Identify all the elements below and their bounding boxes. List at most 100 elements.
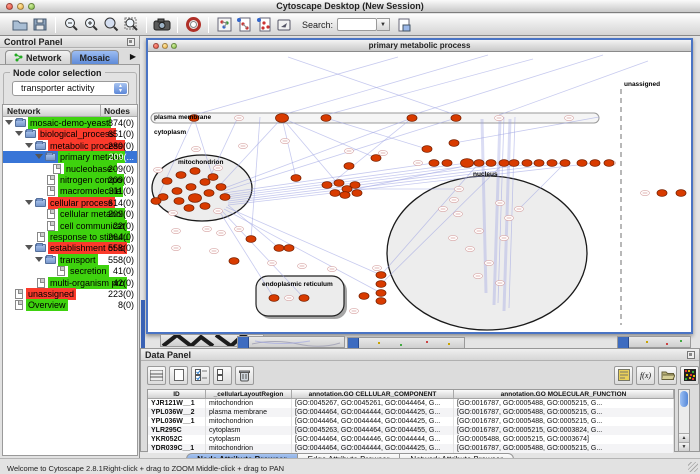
table-cell[interactable]: [GO:0016787, GO:0005488, GO:0005215, G..… [454,408,674,417]
zoom-icon[interactable] [171,43,177,49]
expander-icon[interactable] [15,131,23,136]
edge[interactable] [282,118,376,158]
network-node[interactable] [359,293,369,300]
network-node[interactable] [676,190,686,197]
network-node[interactable] [284,245,294,252]
network-node[interactable] [321,115,331,122]
network-node[interactable] [604,160,614,167]
tree-item-label[interactable]: transport [58,254,98,266]
network-node[interactable] [560,160,570,167]
tree-item-label[interactable]: cellular process [48,197,115,209]
expander-icon[interactable] [25,143,33,148]
table-cell[interactable]: [GO:0005488, GO:0005215, GO:0003674] [454,435,674,444]
heatmap-button[interactable] [680,366,699,385]
tab-overflow-arrow[interactable]: ▶ [130,50,136,64]
network-node[interactable] [200,203,210,210]
tree-item-label[interactable]: mosaic-demo-yeast [28,117,111,129]
network-view-window[interactable]: primary metabolic process plasma membran… [146,38,693,334]
network-node[interactable] [274,245,284,252]
tree-row[interactable]: cellular process614(0) [3,197,137,209]
resize-grip[interactable] [688,462,698,472]
table-cell[interactable]: mitochondrion [206,399,292,408]
network-node[interactable] [429,160,439,167]
scroll-down-icon[interactable]: ▼ [679,442,689,451]
network-node[interactable] [371,155,381,162]
minimize-icon[interactable] [162,43,168,49]
expander-icon[interactable] [35,257,43,262]
network-node[interactable] [451,115,461,122]
network-window-controls[interactable] [153,43,177,49]
table-row[interactable]: YPL036W__1mitochondrion[GO:0044464, GO:0… [148,417,674,426]
background-window[interactable] [237,336,345,348]
attribute-table-body[interactable]: YJR121W__1mitochondrion[GO:0045267, GO:0… [148,399,674,453]
table-cell[interactable]: cytoplasm [206,426,292,435]
vizmapper-button[interactable] [234,16,254,34]
network-node[interactable] [376,272,386,279]
help-button[interactable] [183,16,203,34]
expander-icon[interactable] [5,120,13,125]
unselect-attributes-button[interactable] [213,366,232,385]
edge[interactable] [282,118,296,178]
network-node[interactable] [522,160,532,167]
column-header[interactable]: annotation.GO MOLECULAR_FUNCTION [454,390,674,398]
network-node[interactable] [174,198,184,205]
network-node[interactable] [334,180,344,187]
column-header[interactable]: _cellularLayoutRegion [206,390,292,398]
network-node[interactable] [474,160,484,167]
table-cell[interactable]: [GO:0044464, GO:0044444, GO:0044425, G..… [292,417,454,426]
network-panel-button[interactable] [214,16,234,34]
network-node[interactable] [499,160,509,167]
scrollbar-thumb[interactable] [680,391,688,407]
annotation-list-button[interactable] [614,366,633,385]
snapshot-button[interactable] [152,16,172,34]
zoom-in-button[interactable] [81,16,101,34]
network-node[interactable] [577,160,587,167]
network-window-titlebar[interactable]: primary metabolic process [148,40,691,52]
network-node[interactable] [330,190,340,197]
network-node[interactable] [486,160,496,167]
table-cell[interactable]: plasma membrane [206,408,292,417]
column-header[interactable]: ID [148,390,206,398]
table-cell[interactable]: [GO:0045267, GO:0045261, GO:0044464, G..… [292,399,454,408]
network-node[interactable] [162,178,172,185]
tree-header[interactable]: Network Nodes [3,105,137,117]
tree-row[interactable]: transport558(0) [3,254,137,266]
zoom-fit-button[interactable] [121,16,141,34]
tree-row[interactable]: response to stimulu264(0) [3,231,137,243]
tree-row[interactable]: unassigned223(0) [3,288,137,300]
zoom-selected-button[interactable] [101,16,121,34]
tree-row[interactable]: establishment of lo558(0) [3,242,137,254]
table-cell[interactable]: YPL036W__1 [148,417,206,426]
edge[interactable] [282,55,488,115]
table-cell[interactable]: mitochondrion [206,444,292,453]
minimize-button[interactable] [17,3,24,10]
network-node[interactable] [322,182,332,189]
table-cell[interactable]: [GO:0016787, GO:0005488, GO:0005215, G..… [454,399,674,408]
table-row[interactable]: YLR295Ccytoplasm[GO:0045263, GO:0044464,… [148,426,674,435]
save-session-button[interactable] [30,16,50,34]
tree-item-label[interactable]: secretion [68,265,109,277]
edge[interactable] [412,55,603,115]
open-session-button[interactable] [10,16,30,34]
nucleus-region[interactable] [387,176,587,330]
network-node[interactable] [344,163,354,170]
network-node[interactable] [186,184,196,191]
column-header[interactable]: annotation.GO CELLULAR_COMPONENT [292,390,454,398]
network-node[interactable] [422,146,432,153]
table-cell[interactable]: [GO:0044464, GO:0044444, GO:0044425, G..… [292,408,454,417]
tree-row[interactable]: secretion41(0) [3,265,137,277]
network-node[interactable] [200,179,210,186]
search-dropdown-button[interactable]: ▼ [377,18,390,31]
tree-row[interactable]: mosaic-demo-yeast874(0) [3,117,137,129]
network-node[interactable] [246,236,256,243]
network-node[interactable] [461,159,474,168]
tree-row[interactable]: nitrogen compo209(0) [3,174,137,186]
tree-item-label[interactable]: biological_process [38,128,116,140]
network-node[interactable] [151,198,161,205]
network-node[interactable] [276,114,289,123]
edge[interactable] [282,118,339,185]
table-cell[interactable]: YKR052C [148,435,206,444]
table-cell[interactable]: [GO:0016787, GO:0005488, GO:0005215, G..… [454,444,674,453]
float-panel-icon[interactable] [127,38,135,46]
tree-row[interactable]: cell communicat22(0) [3,220,137,232]
